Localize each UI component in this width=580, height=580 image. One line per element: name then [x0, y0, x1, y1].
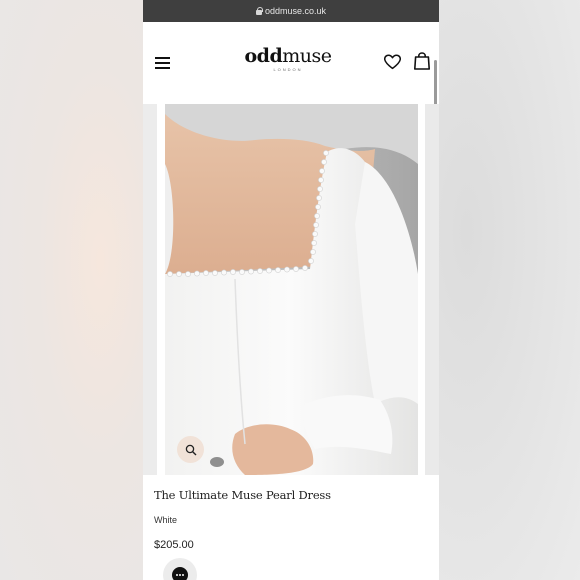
- logo-text-bold: odd: [244, 45, 283, 67]
- hamburger-menu-icon[interactable]: [155, 57, 170, 69]
- site-header: oddmuse LONDON: [143, 22, 439, 190]
- product-info: The Ultimate Muse Pearl Dress White $205…: [154, 488, 434, 551]
- logo-text-regular: muse: [282, 45, 332, 67]
- product-color: White: [154, 515, 178, 525]
- lock-icon: [255, 7, 263, 15]
- chat-bubble-icon: [172, 567, 188, 580]
- background-blur-right: [439, 0, 580, 580]
- zoom-button[interactable]: [177, 436, 204, 463]
- previous-slide-peek[interactable]: [143, 104, 157, 475]
- background-blur-left: [0, 0, 143, 580]
- logo-subtext: LONDON: [273, 67, 303, 72]
- product-photo-illustration: [165, 104, 418, 475]
- browser-url-bar[interactable]: oddmuse.co.uk: [143, 0, 439, 22]
- magnifier-icon: [185, 444, 196, 455]
- product-image-gallery[interactable]: [143, 104, 439, 475]
- brand-logo[interactable]: oddmuse LONDON: [233, 46, 343, 72]
- product-price: $205.00: [154, 539, 194, 551]
- next-slide-peek[interactable]: [425, 104, 439, 475]
- url-text: oddmuse.co.uk: [264, 6, 327, 16]
- heart-icon[interactable]: [384, 54, 401, 70]
- product-image[interactable]: [165, 104, 418, 475]
- product-title: The Ultimate Muse Pearl Dress: [154, 488, 331, 502]
- chat-button[interactable]: [163, 558, 197, 580]
- phone-screen: oddmuse.co.uk oddmuse LONDON The Ultimat…: [143, 0, 439, 580]
- shopping-bag-icon[interactable]: [414, 52, 430, 70]
